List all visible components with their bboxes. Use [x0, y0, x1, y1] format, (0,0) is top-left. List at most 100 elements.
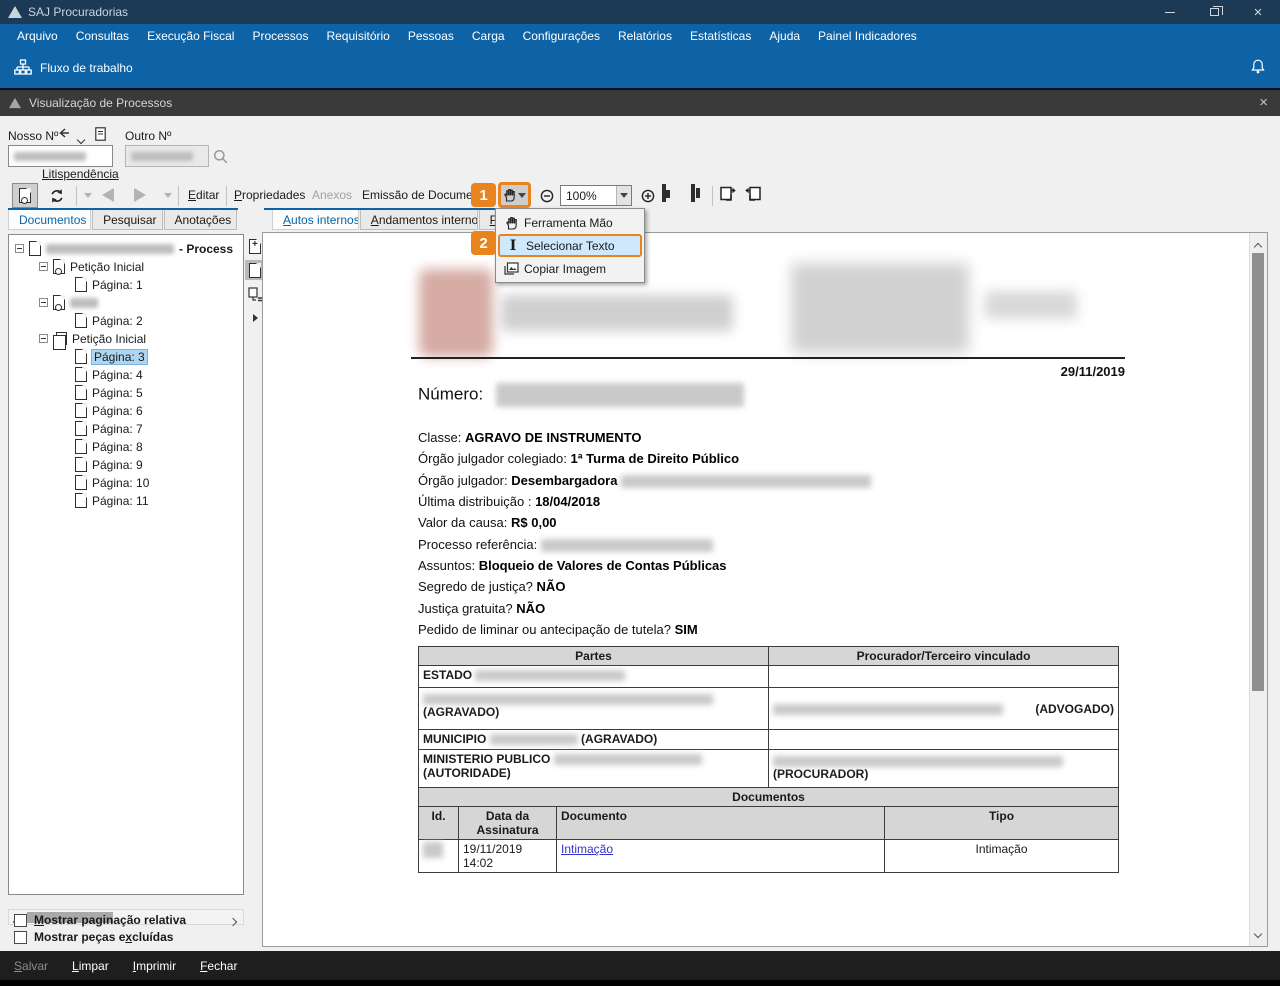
menu-arquivo[interactable]: Arquivo	[8, 29, 67, 43]
fit-page-button[interactable]	[691, 184, 695, 202]
checkbox-box[interactable]	[14, 930, 27, 944]
collapse-icon[interactable]	[39, 298, 48, 307]
zoom-in-icon	[641, 189, 655, 203]
chevron-down-icon[interactable]	[76, 132, 86, 146]
tree-item-pagina-10[interactable]: Página: 10	[15, 473, 243, 491]
collapse-icon[interactable]	[39, 262, 48, 271]
previous-page-button[interactable]	[102, 188, 114, 202]
bookmark-tool-button[interactable]	[12, 183, 38, 208]
checkbox-paginacao-relativa[interactable]: Mostrar paginação relativa	[14, 913, 186, 927]
col-tipo: Tipo	[884, 806, 1119, 840]
tab-anotacoes[interactable]: Anotações	[163, 210, 237, 230]
hand-tool-dropdown-button[interactable]	[498, 182, 531, 208]
tree-item-pagina-4[interactable]: Página: 4	[15, 365, 243, 383]
tree-item-pagina-2[interactable]: Página: 2	[15, 311, 243, 329]
redacted-header-block	[791, 263, 969, 353]
menu-painel-indicadores[interactable]: Painel Indicadores	[809, 29, 926, 43]
menu-carga[interactable]: Carga	[463, 29, 514, 43]
ribbon-bar: Fluxo de trabalho	[0, 47, 1280, 88]
zoom-in-button[interactable]	[641, 189, 655, 206]
tree-item-peticao-inicial-2[interactable]: Petição Inicial	[15, 329, 243, 350]
viewer-vertical-scrollbar[interactable]	[1249, 233, 1267, 946]
scrollbar-thumb[interactable]	[1252, 253, 1264, 691]
tree-item-pagina-6[interactable]: Página: 6	[15, 401, 243, 419]
outro-numero-input[interactable]	[125, 145, 209, 167]
tree-item-pagina-5[interactable]: Página: 5	[15, 383, 243, 401]
menu-item-selecionar-texto[interactable]: I Selecionar Texto	[498, 234, 642, 257]
menu-consultas[interactable]: Consultas	[67, 29, 138, 43]
tab-autos-internos[interactable]: Autos internos	[272, 210, 359, 230]
undo-icon[interactable]	[57, 127, 72, 144]
step-2-badge: 2	[471, 231, 496, 255]
menu-processos[interactable]: Processos	[243, 29, 317, 43]
menu-item-ferramenta-mao[interactable]: Ferramenta Mão	[498, 211, 642, 234]
close-button[interactable]: ×	[1236, 0, 1280, 24]
hand-icon	[504, 189, 515, 202]
minimize-button[interactable]	[1148, 0, 1192, 24]
next-dropdown-icon[interactable]	[164, 193, 172, 198]
toolbar-separator	[226, 186, 227, 206]
tab-andamentos-internos[interactable]: Andamentos internos	[359, 210, 478, 230]
doc-tipo: Intimação	[884, 839, 1119, 873]
scroll-up-icon[interactable]	[1253, 239, 1263, 253]
checkbox-box[interactable]	[14, 913, 27, 927]
previous-document-button[interactable]	[743, 185, 763, 208]
notifications-button[interactable]	[1250, 58, 1266, 78]
menu-requisitorio[interactable]: Requisitório	[317, 29, 398, 43]
tree-item-redacted-doc[interactable]	[15, 293, 243, 311]
tree-root-process[interactable]: - Process	[15, 239, 243, 257]
collapse-icon[interactable]	[39, 334, 48, 343]
propriedades-button[interactable]: Propriedades	[234, 188, 305, 202]
page-icon	[75, 367, 87, 382]
collapse-icon[interactable]	[15, 244, 24, 253]
menu-execucao-fiscal[interactable]: Execução Fiscal	[138, 29, 243, 43]
menu-item-label: Selecionar Texto	[526, 238, 615, 253]
checkbox-pecas-excluidas[interactable]: Mostrar peças excluídas	[14, 930, 173, 944]
fechar-button[interactable]: Fechar	[200, 959, 237, 973]
redacted-letterhead-logo	[419, 269, 493, 357]
zoom-out-button[interactable]	[540, 189, 554, 206]
tree-item-pagina-1[interactable]: Página: 1	[15, 275, 243, 293]
documento-link[interactable]: Intimação	[561, 842, 613, 856]
tree-item-pagina-3[interactable]: Página: 3	[15, 347, 243, 365]
scroll-right-icon[interactable]	[228, 914, 238, 928]
window-titlebar: SAJ Procuradorias ×	[0, 0, 1280, 24]
tree-item-pagina-8[interactable]: Página: 8	[15, 437, 243, 455]
zoom-combo-dropdown-button[interactable]	[616, 186, 631, 205]
menu-pessoas[interactable]: Pessoas	[399, 29, 463, 43]
imprimir-button[interactable]: Imprimir	[133, 959, 176, 973]
fit-width-button[interactable]	[662, 184, 666, 202]
litispendencia-link[interactable]: Litispendência	[42, 167, 119, 181]
menu-estatisticas[interactable]: Estatísticas	[681, 29, 760, 43]
document-viewer[interactable]: 29/11/2019 Número: Classe: AGRAVO DE INS…	[262, 232, 1268, 947]
menu-item-copiar-imagem[interactable]: Copiar Imagem	[498, 257, 642, 280]
tree-item-pagina-9[interactable]: Página: 9	[15, 455, 243, 473]
menu-relatorios[interactable]: Relatórios	[609, 29, 681, 43]
page-icon	[75, 385, 87, 400]
workflow-button[interactable]: Fluxo de trabalho	[8, 55, 139, 81]
editar-button[interactable]: Editar	[188, 188, 219, 202]
tab-pesquisar[interactable]: Pesquisar	[92, 210, 163, 230]
menu-ajuda[interactable]: Ajuda	[760, 29, 809, 43]
next-document-button[interactable]	[718, 185, 738, 208]
next-page-button[interactable]	[134, 188, 146, 202]
scroll-down-icon[interactable]	[1253, 926, 1263, 940]
nosso-numero-input[interactable]	[8, 145, 113, 167]
redacted-process-ref	[540, 539, 713, 553]
prev-dropdown-icon[interactable]	[84, 193, 92, 198]
tree-item-pagina-7[interactable]: Página: 7	[15, 419, 243, 437]
limpar-button[interactable]: Limpar	[72, 959, 109, 973]
inner-window-close-button[interactable]: ×	[1259, 95, 1268, 110]
col-data-assinatura: Data da Assinatura	[458, 806, 557, 840]
tab-documentos[interactable]: Documentos	[8, 210, 92, 230]
tree-item-pagina-11[interactable]: Página: 11	[15, 491, 243, 509]
menu-configuracoes[interactable]: Configurações	[514, 29, 609, 43]
note-icon[interactable]	[95, 127, 106, 144]
restore-button[interactable]	[1192, 0, 1236, 24]
zoom-level-combobox[interactable]: 100%	[560, 185, 632, 206]
documentos-section-title: Documentos	[418, 787, 1119, 807]
tree-item-peticao-inicial-1[interactable]: Petição Inicial	[15, 257, 243, 275]
redacted-party	[423, 694, 713, 706]
search-icon[interactable]	[213, 149, 228, 167]
refresh-button[interactable]	[44, 183, 70, 208]
